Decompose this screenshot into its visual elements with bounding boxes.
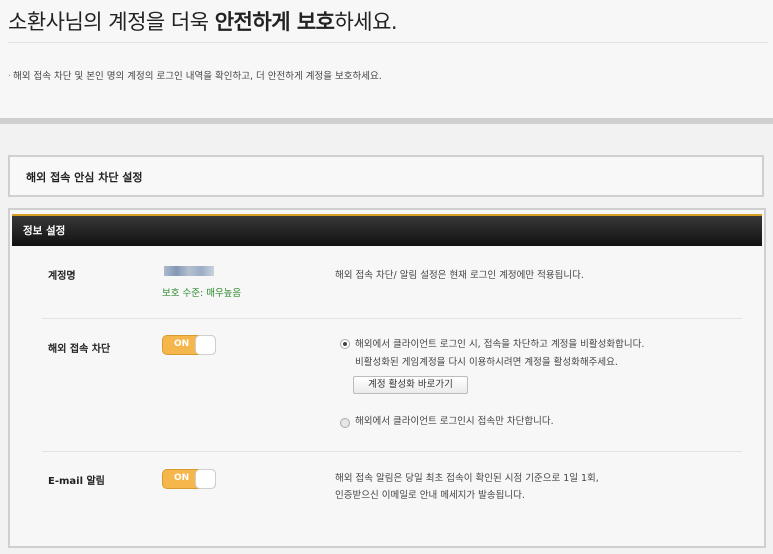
block-option-1-text: 해외에서 클라이언트 로그인 시, 접속을 차단하고 계정을 비활성화합니다. [355, 339, 645, 350]
section-header: 해외 접속 안심 차단 설정 [8, 155, 764, 197]
title-emphasis: 안전하게 보호 [214, 10, 335, 34]
block-option-2-text: 해외에서 클라이언트 로그인시 접속만 차단합니다. [355, 416, 554, 427]
block-option-1-subtext: 비활성화된 게임계정을 다시 이용하시려면 계정을 활성화해주세요. [355, 357, 618, 368]
activate-account-button[interactable]: 계정 활성화 바로가기 [353, 376, 468, 394]
block-toggle-label: ON [174, 339, 190, 349]
panel-header: 정보 설정 [12, 214, 762, 246]
email-note-line-2: 인증받으신 이메일로 안내 메세지가 발송됩니다. [335, 490, 525, 501]
description-text: 해외 접속 차단 및 본인 명의 계정의 로그인 내역을 확인하고, 더 안전하… [13, 71, 382, 82]
panel-header-label: 정보 설정 [23, 225, 66, 237]
page-title: 소환사님의 계정을 더욱 안전하게 보호하세요. [8, 6, 398, 36]
block-toggle[interactable]: ON [162, 335, 216, 355]
protection-level: 보호 수준: 매우높음 [162, 288, 242, 299]
toggle-knob [195, 335, 216, 355]
account-label: 계정명 [48, 271, 76, 282]
block-label: 해외 접속 차단 [48, 344, 111, 355]
section-title: 해외 접속 안심 차단 설정 [26, 171, 143, 184]
account-name-masked [164, 266, 214, 276]
intro-area: 소환사님의 계정을 더욱 안전하게 보호하세요. · 해외 접속 차단 및 본인 … [0, 0, 773, 118]
toggle-knob [195, 469, 216, 489]
email-toggle-label: ON [174, 473, 190, 483]
account-note: 해외 접속 차단/ 알림 설정은 현재 로그인 계정에만 적용됩니다. [335, 270, 584, 281]
bullet-icon: · [8, 71, 12, 82]
email-label: E-mail 알림 [48, 476, 105, 487]
email-note-line-1: 해외 접속 알림은 당일 최초 접속이 확인된 시점 기준으로 1일 1회, [335, 473, 599, 484]
block-option-radio-2[interactable] [340, 418, 350, 428]
email-toggle[interactable]: ON [162, 469, 216, 489]
page-description: · 해외 접속 차단 및 본인 명의 계정의 로그인 내역을 확인하고, 더 안전… [8, 68, 382, 82]
title-prefix: 소환사님의 계정을 더욱 [8, 10, 215, 34]
row-divider [42, 451, 742, 452]
title-suffix: 하세요. [334, 10, 398, 34]
title-divider [8, 42, 768, 43]
block-option-radio-1[interactable] [340, 339, 350, 349]
row-divider [42, 318, 742, 319]
